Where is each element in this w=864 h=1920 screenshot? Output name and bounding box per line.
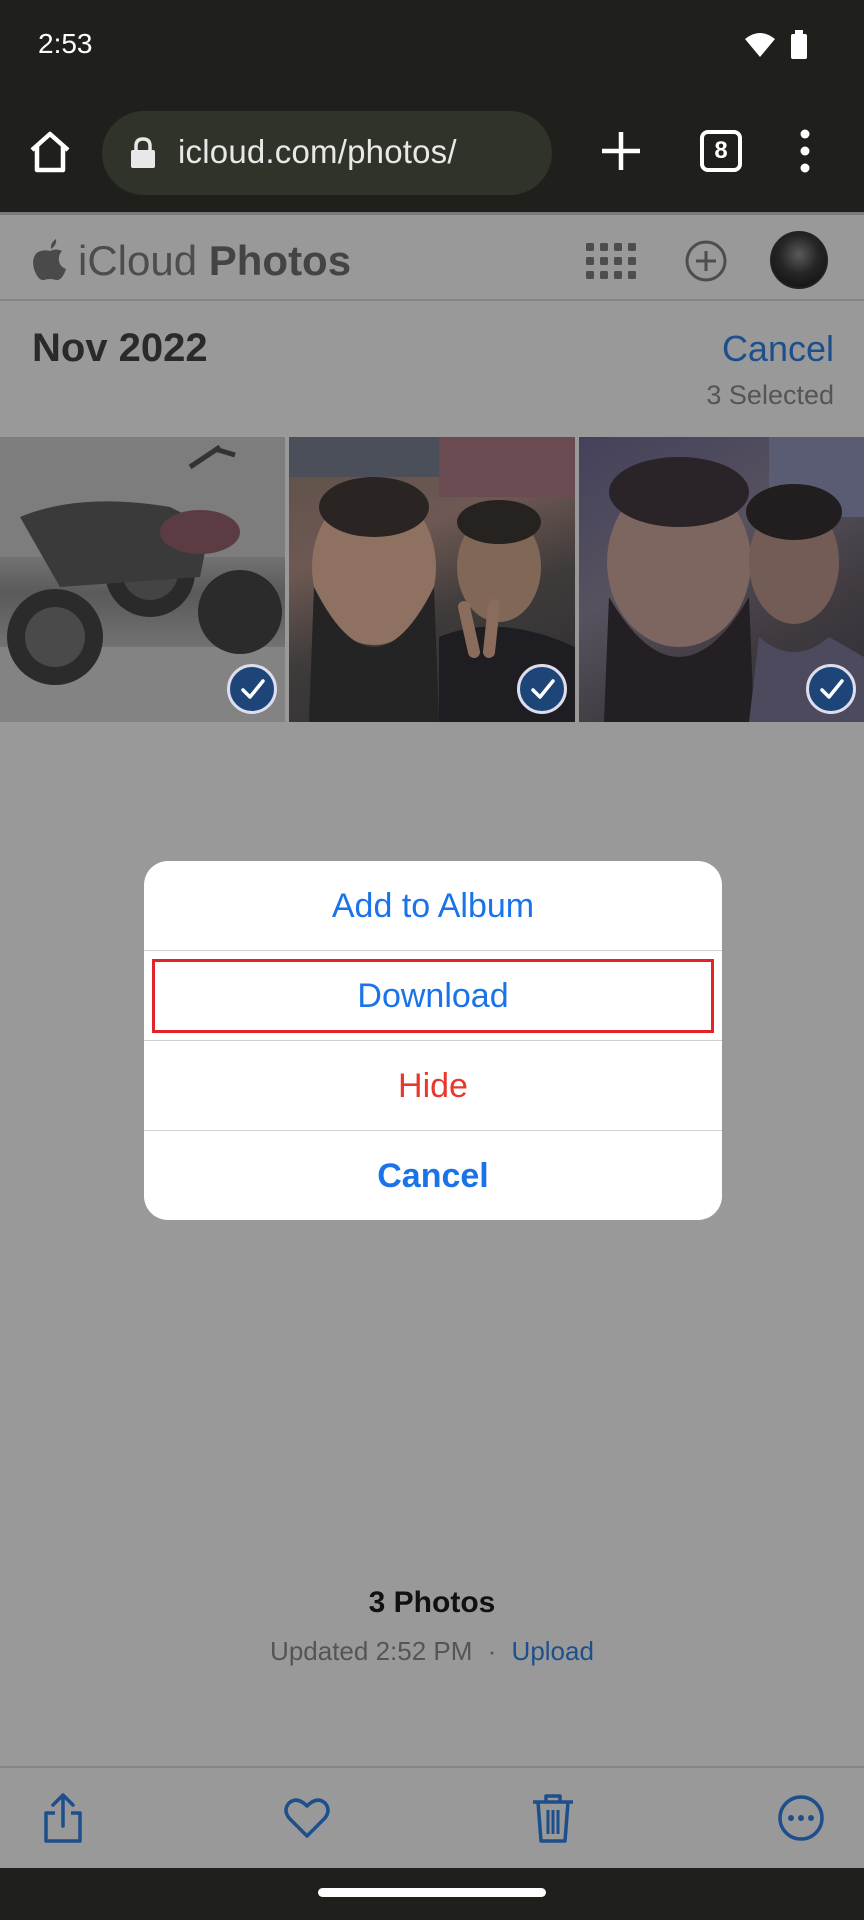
- selected-check-badge: [227, 664, 277, 714]
- battery-icon: [791, 30, 807, 59]
- highlight-box: [152, 959, 714, 1033]
- cancel-selection-button[interactable]: Cancel: [722, 328, 834, 370]
- status-bar: 2:53: [0, 0, 864, 96]
- photo-thumbnail[interactable]: [579, 437, 864, 722]
- address-bar[interactable]: icloud.com/photos/: [102, 111, 552, 195]
- browser-toolbar: icloud.com/photos/ 8: [0, 96, 864, 212]
- heart-icon[interactable]: [282, 1792, 332, 1844]
- status-time: 2:53: [38, 28, 93, 59]
- more-circle-icon[interactable]: [776, 1792, 826, 1844]
- lock-icon: [131, 137, 155, 168]
- upload-link[interactable]: Upload: [512, 1636, 594, 1666]
- add-to-album-button[interactable]: Add to Album: [144, 861, 722, 951]
- home-gesture-bar[interactable]: [318, 1888, 546, 1897]
- photo-thumbnail[interactable]: [289, 437, 575, 722]
- photo-count: 3 Photos: [368, 1586, 496, 1619]
- selected-check-badge: [806, 664, 856, 714]
- separator: ·: [487, 1636, 497, 1666]
- footer-meta: Updated 2:52 PM · Upload: [0, 1636, 864, 1667]
- trash-icon[interactable]: [528, 1792, 578, 1844]
- bottom-toolbar: [0, 1766, 864, 1868]
- updated-time: Updated 2:52 PM: [270, 1636, 473, 1666]
- selected-check-badge: [517, 664, 567, 714]
- avatar[interactable]: [770, 231, 828, 289]
- url-text: icloud.com/photos/: [178, 133, 457, 170]
- app-title-main: Photos: [208, 237, 352, 284]
- wifi-icon: [745, 33, 775, 57]
- hide-button[interactable]: Hide: [144, 1041, 722, 1131]
- app-header: iCloud Photos: [0, 215, 864, 301]
- section-title: Nov 2022: [32, 326, 208, 370]
- tab-switcher-button[interactable]: 8: [700, 130, 742, 172]
- apple-logo-icon: [33, 239, 66, 281]
- new-tab-icon[interactable]: [598, 128, 644, 174]
- app-title-prefix: iCloud: [78, 237, 198, 284]
- action-sheet: Add to Album Download Hide Cancel: [144, 861, 722, 1220]
- cancel-button[interactable]: Cancel: [144, 1131, 722, 1220]
- home-icon[interactable]: [26, 128, 74, 176]
- checkmark-icon: [531, 679, 555, 699]
- checkmark-icon: [241, 679, 265, 699]
- system-nav-bar: [0, 1868, 864, 1920]
- overflow-menu-icon[interactable]: [790, 126, 820, 176]
- app-title: iCloud Photos: [78, 237, 351, 285]
- share-icon[interactable]: [38, 1792, 88, 1844]
- photo-thumbnail[interactable]: [0, 437, 285, 722]
- selected-count: 3 Selected: [706, 380, 834, 410]
- checkmark-icon: [820, 679, 844, 699]
- add-circle-icon[interactable]: [684, 239, 728, 283]
- app-grid-icon[interactable]: [586, 243, 636, 279]
- status-icons: [744, 30, 808, 60]
